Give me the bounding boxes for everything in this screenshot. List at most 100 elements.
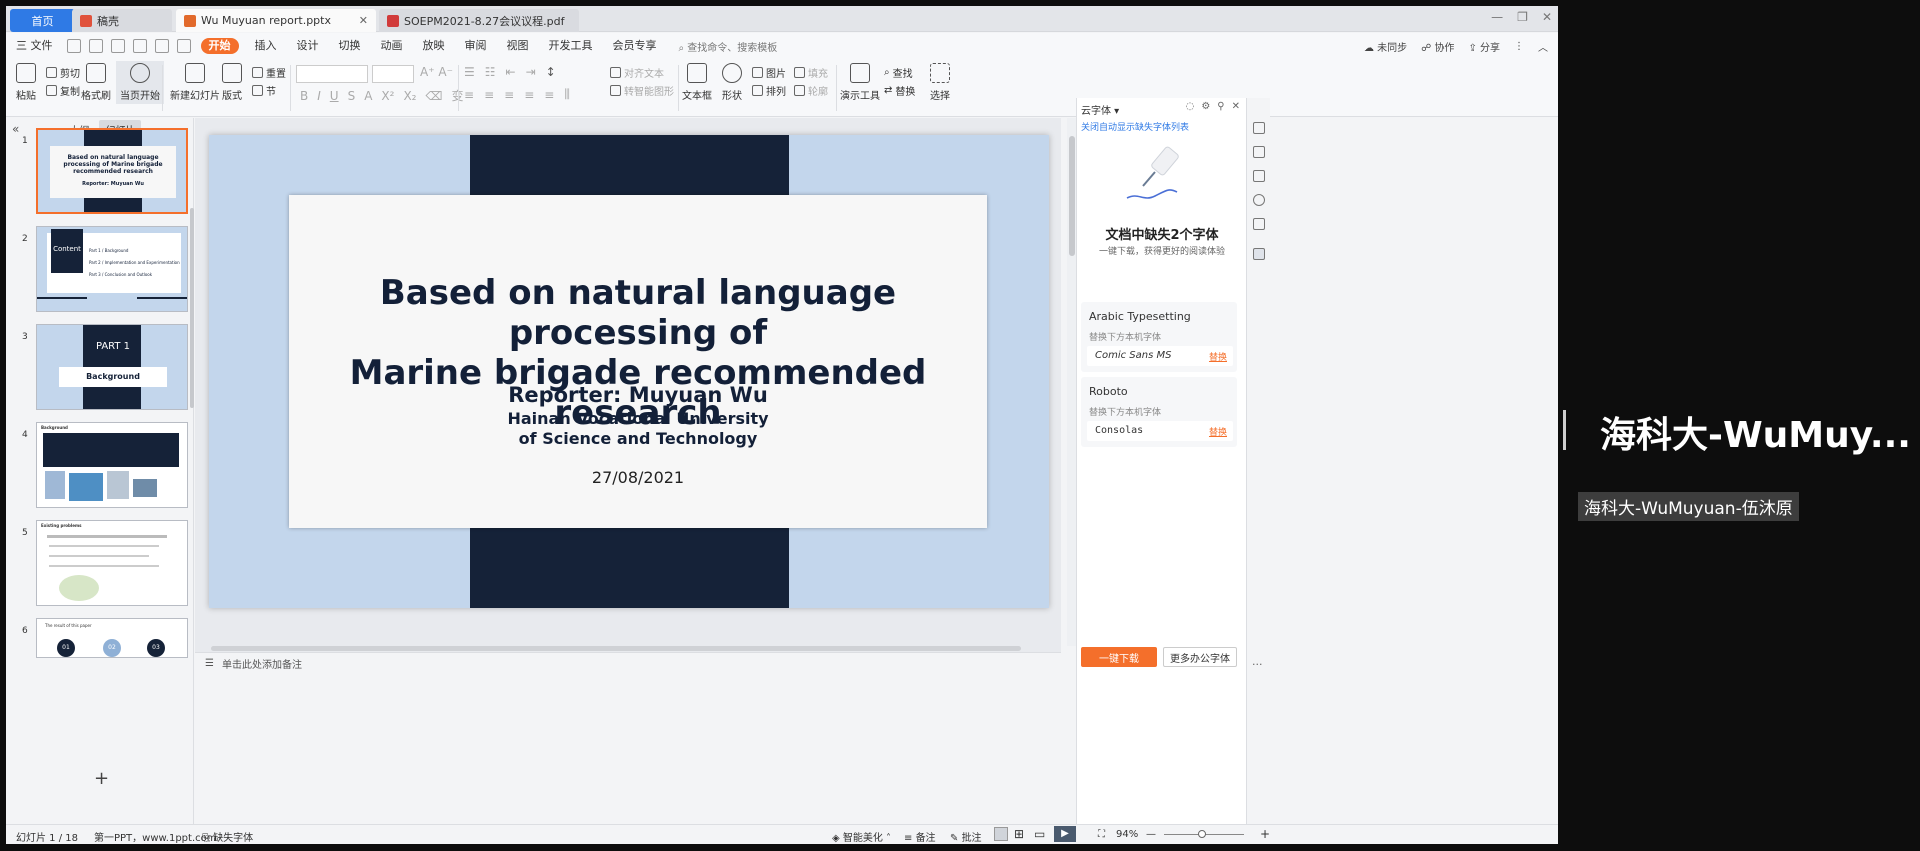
notes-toggle[interactable]: ≡ 备注 — [904, 829, 936, 844]
current-slide[interactable]: Based on natural language processing of … — [209, 135, 1049, 608]
replacement-font-select[interactable]: Consolas 替换 — [1087, 421, 1233, 441]
outline-button[interactable]: 轮廓 — [794, 83, 828, 98]
arrange-button[interactable]: 排列 — [752, 83, 786, 98]
menu-item-transition[interactable]: 切换 — [329, 33, 371, 59]
menu-item-review[interactable]: 审阅 — [455, 33, 497, 59]
subscript-icon[interactable]: X₂ — [403, 89, 416, 103]
restore-icon[interactable]: ❐ — [1517, 10, 1528, 24]
slides-scrollbar[interactable] — [190, 208, 194, 408]
replace-button[interactable]: 替换 — [1209, 350, 1227, 363]
textbox-button[interactable]: 文本框 — [682, 63, 712, 102]
align-center-icon[interactable]: ≡ — [484, 88, 494, 102]
collapse-ribbon-icon[interactable]: ︿ — [1538, 39, 1548, 54]
sorter-view-icon[interactable]: ⊞ — [1014, 827, 1024, 841]
more-icon[interactable]: ⋮ — [1514, 41, 1524, 52]
scroll-thumb[interactable] — [211, 646, 1021, 651]
help-icon[interactable] — [1253, 194, 1265, 206]
more-options-icon[interactable]: ··· — [1252, 658, 1263, 671]
canvas-hscrollbar[interactable] — [201, 644, 1061, 652]
zoom-level[interactable]: 94% — [1116, 829, 1138, 840]
settings-icon[interactable]: ⚙ — [1201, 101, 1210, 112]
copy-button[interactable]: 复制 — [46, 83, 80, 98]
line-spacing-icon[interactable]: ↕ — [546, 65, 556, 79]
chat-icon[interactable]: ◌ — [1186, 101, 1195, 112]
new-slide-button[interactable]: 新建幻灯片 — [170, 63, 220, 102]
more-fonts-button[interactable]: 更多办公字体 — [1163, 647, 1237, 667]
add-slide-icon[interactable]: + — [94, 768, 109, 789]
menu-item-devtools[interactable]: 开发工具 — [539, 33, 603, 59]
zoom-slider-thumb[interactable] — [1198, 830, 1206, 838]
fit-window-icon[interactable]: ⛶ — [1098, 829, 1105, 840]
one-click-download-button[interactable]: 一键下载 — [1081, 647, 1157, 667]
collapse-icon[interactable]: « — [12, 122, 19, 136]
tab-draft[interactable]: 稿壳 — [72, 9, 172, 32]
cut-button[interactable]: 剪切 — [46, 65, 80, 80]
normal-view-icon[interactable] — [994, 827, 1008, 841]
share-button[interactable]: ⇪ 分享 — [1468, 39, 1500, 54]
distribute-icon[interactable]: ≡ — [544, 88, 554, 102]
cloud-font-title[interactable]: 云字体 ▾ — [1081, 102, 1119, 117]
menu-item-animation[interactable]: 动画 — [371, 33, 413, 59]
window-close-icon[interactable]: ✕ — [1542, 10, 1552, 24]
save-icon[interactable] — [66, 39, 81, 53]
column-icon[interactable]: ⫼ — [564, 87, 570, 102]
start-show-button[interactable]: 当页开始 — [116, 61, 164, 104]
collab-button[interactable]: ☍ 协作 — [1421, 39, 1454, 54]
backup-icon[interactable] — [1253, 218, 1265, 230]
align-right-icon[interactable]: ≡ — [504, 88, 514, 102]
minimize-icon[interactable]: — — [1491, 10, 1503, 24]
slide-thumb-5[interactable]: Existing problems — [36, 520, 188, 606]
align-left-icon[interactable]: ≡ — [464, 88, 474, 102]
notes-area[interactable]: ☰ 单击此处添加备注 — [195, 652, 1061, 674]
slide-university[interactable]: Hainan Vocational University of Science … — [289, 409, 987, 449]
menu-item-slideshow[interactable]: 放映 — [413, 33, 455, 59]
command-search[interactable]: ⌕ 查找命令、搜索模板 — [679, 39, 778, 54]
export-icon[interactable] — [88, 39, 103, 53]
paste-button[interactable]: 粘贴 — [16, 63, 36, 102]
indent-icon[interactable]: ⇤ — [506, 65, 516, 79]
animation-icon[interactable] — [1253, 146, 1265, 158]
replace-button[interactable]: 替换 — [1209, 425, 1227, 438]
tab-pdf[interactable]: SOEPM2021-8.27会议议程.pdf — [379, 9, 579, 32]
shape-button[interactable]: 形状 — [722, 63, 742, 102]
picture-button[interactable]: 图片 — [752, 65, 786, 80]
slide-thumb-1[interactable]: Based on natural language processing of … — [36, 128, 188, 214]
font-grow-icon[interactable]: A⁺ A⁻ — [420, 65, 453, 79]
font-size-select[interactable] — [372, 65, 414, 83]
reading-view-icon[interactable]: ▭ — [1034, 827, 1045, 841]
present-tool-button[interactable]: 演示工具 — [840, 63, 880, 102]
section-button[interactable]: 节 — [252, 83, 276, 98]
font-color-icon[interactable]: A — [364, 89, 372, 103]
reset-button[interactable]: 重置 — [252, 65, 286, 80]
undo-icon[interactable] — [154, 39, 169, 53]
template-icon[interactable] — [1253, 170, 1265, 182]
select-button[interactable]: 选择 — [930, 63, 950, 102]
outdent-icon[interactable]: ⇥ — [526, 65, 536, 79]
menu-item-member[interactable]: 会员专享 — [603, 33, 667, 59]
font-icon[interactable] — [1253, 248, 1265, 260]
pin-icon[interactable]: ⚲ — [1217, 101, 1224, 112]
bold-icon[interactable]: B — [300, 89, 308, 103]
replacement-font-select[interactable]: Comic Sans MS 替换 — [1087, 346, 1233, 366]
slide-thumb-2[interactable]: Content Part 1 / Background Part 2 / Imp… — [36, 226, 188, 312]
redo-icon[interactable] — [176, 39, 191, 53]
missing-font-status[interactable]: ⎘ 缺失字体 — [202, 829, 253, 844]
file-menu[interactable]: 三 文件 — [6, 33, 63, 59]
menu-item-design[interactable]: 设计 — [287, 33, 329, 59]
comments-toggle[interactable]: ✎ 批注 — [950, 829, 982, 844]
layout-button[interactable]: 版式 — [222, 63, 242, 102]
close-auto-show-link[interactable]: 关闭自动显示缺失字体列表 — [1081, 120, 1189, 133]
print-icon[interactable] — [110, 39, 125, 53]
font-name-select[interactable] — [296, 65, 368, 83]
justify-icon[interactable]: ≡ — [524, 88, 534, 102]
zoom-out-icon[interactable]: — — [1146, 829, 1156, 840]
preview-icon[interactable] — [132, 39, 147, 53]
find-button[interactable]: ⌕ 查找 — [884, 65, 913, 80]
menu-item-view[interactable]: 视图 — [497, 33, 539, 59]
slide-thumb-6[interactable]: The result of this paper 01 02 03 — [36, 618, 188, 658]
slide-reporter[interactable]: Reporter: Muyuan Wu — [289, 383, 987, 407]
slide-thumb-3[interactable]: PART 1 Background — [36, 324, 188, 410]
tab-home[interactable]: 首页 — [10, 9, 75, 32]
fill-button[interactable]: 填充 — [794, 65, 828, 80]
close-icon[interactable]: ✕ — [359, 14, 368, 27]
